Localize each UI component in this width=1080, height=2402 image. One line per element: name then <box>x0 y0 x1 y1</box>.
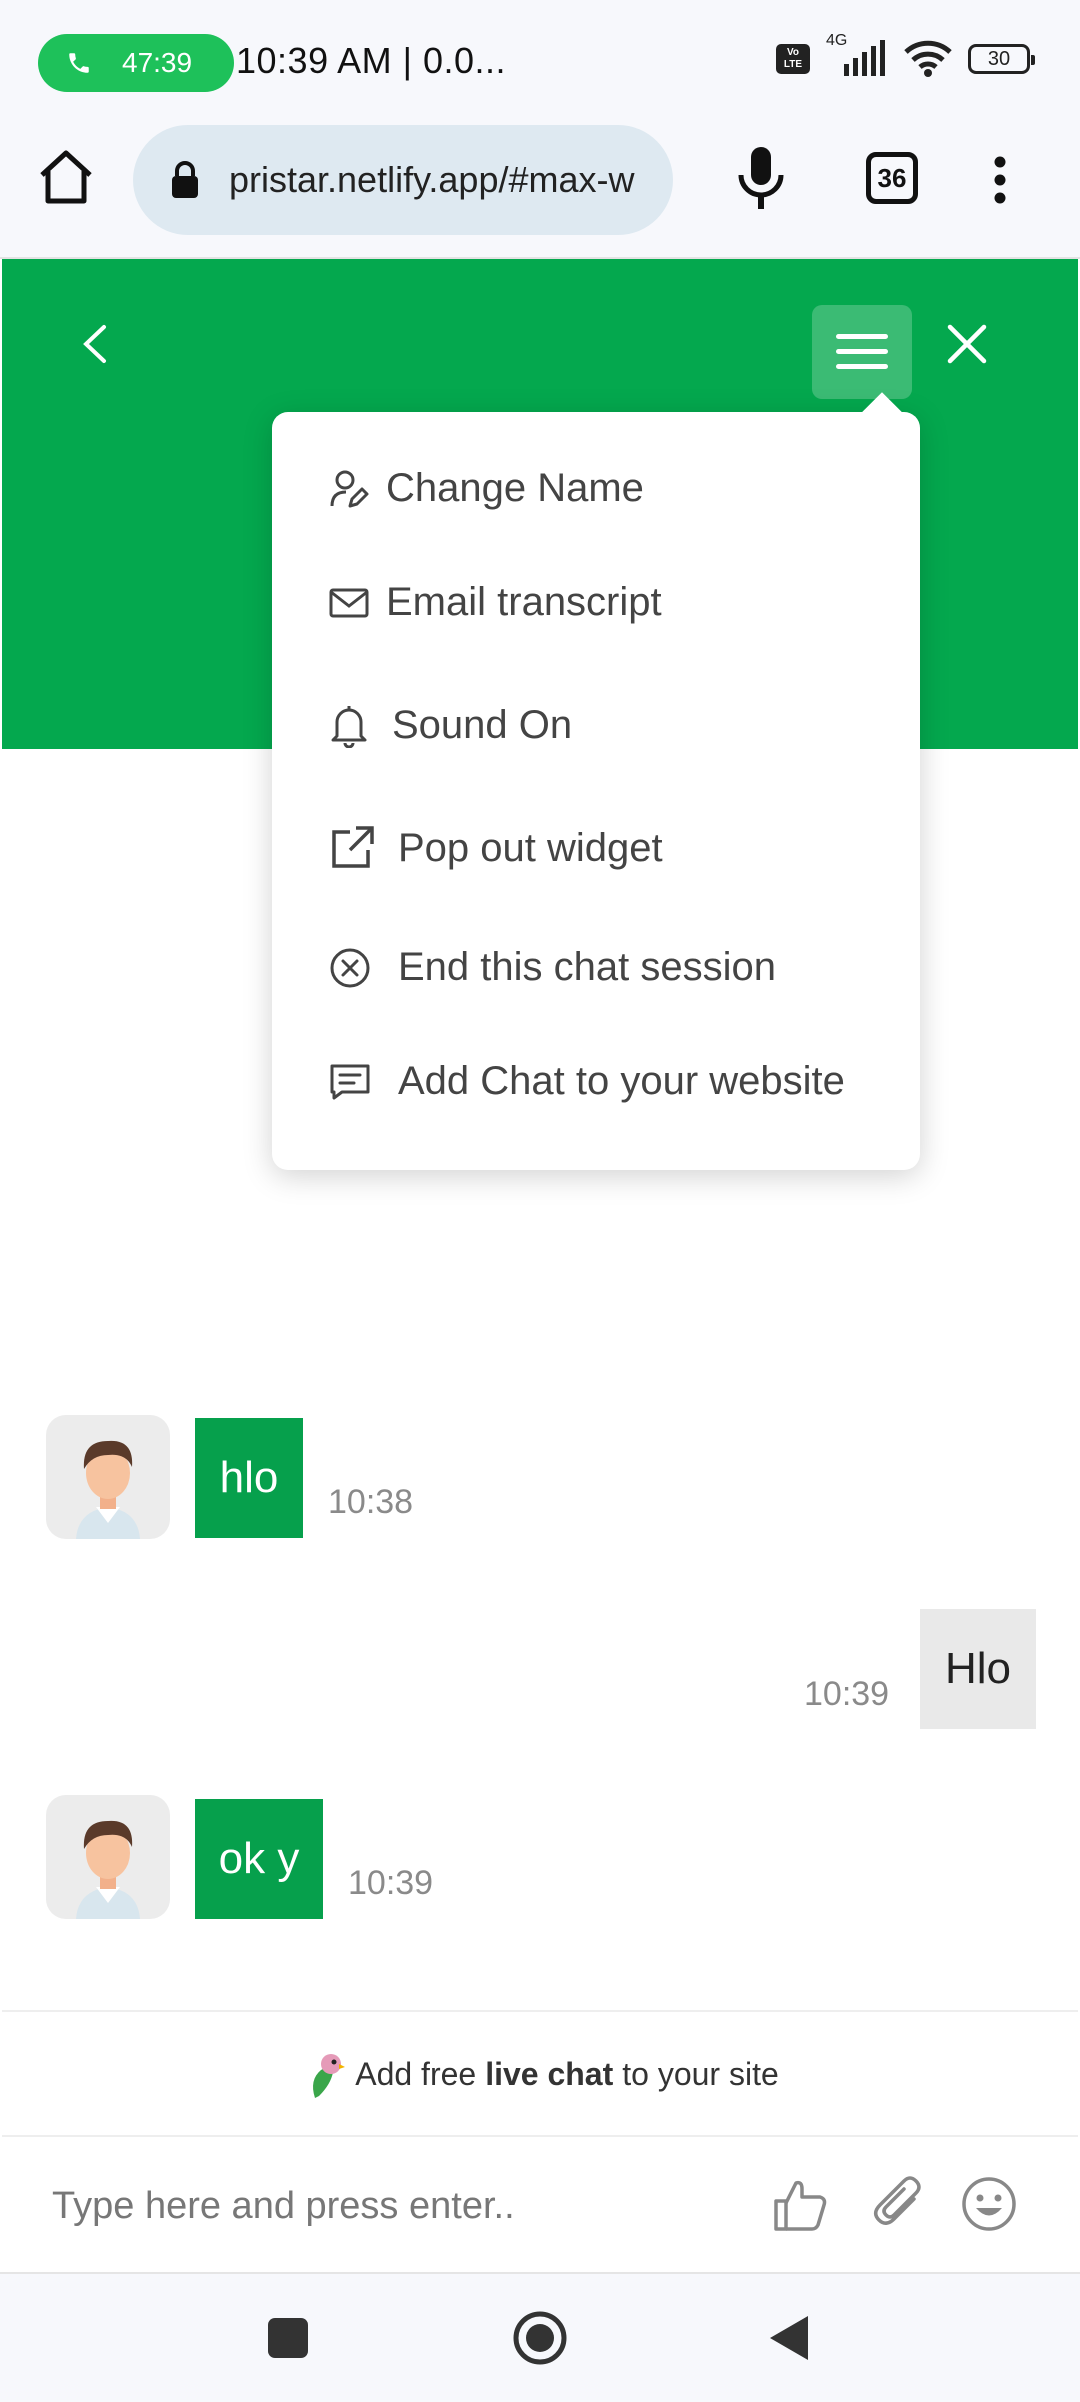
url-bar[interactable]: pristar.netlify.app/#max-w <box>133 125 673 235</box>
menu-item-add-chat[interactable]: Add Chat to your website <box>328 1059 845 1104</box>
menu-item-label: Email transcript <box>386 580 662 624</box>
envelope-icon <box>329 588 369 617</box>
menu-item-label: Sound On <box>392 702 573 747</box>
status-icons: Vo LTE 4G 30 <box>776 32 1035 78</box>
home-icon[interactable] <box>36 147 96 207</box>
menu-item-label: Pop out widget <box>398 825 663 870</box>
system-nav-bar <box>0 2272 1080 2402</box>
menu-item-label: Change Name <box>386 466 644 510</box>
agent-avatar <box>46 1795 170 1919</box>
branding-suffix: to your site <box>622 2056 779 2092</box>
message-composer: Type here and press enter.. <box>2 2135 1078 2272</box>
url-text: pristar.netlify.app/#max-w <box>229 159 635 200</box>
menu-item-pop-out[interactable]: Pop out widget <box>328 824 663 872</box>
volte-icon: Vo LTE <box>776 44 810 74</box>
thumbs-up-icon[interactable] <box>772 2175 830 2233</box>
parrot-logo-icon <box>313 2053 346 2098</box>
bell-icon <box>331 706 367 748</box>
paperclip-icon[interactable] <box>870 2175 928 2233</box>
agent-avatar <box>46 1415 170 1539</box>
call-timer: 47:39 <box>122 47 193 78</box>
wifi-icon <box>904 40 952 77</box>
branding-link[interactable]: Add free live chat to your site <box>2 2010 1078 2137</box>
options-menu: Change Name Email transcript Sound On Po… <box>272 412 920 1170</box>
ongoing-call-pill[interactable]: 47:39 <box>38 34 234 92</box>
home-circle-icon[interactable] <box>512 2310 568 2366</box>
agent-avatar-icon <box>76 1440 140 1539</box>
external-link-icon <box>332 826 374 868</box>
message-bubble: ok y <box>195 1799 323 1919</box>
menu-item-change-name[interactable]: Change Name <box>328 466 644 511</box>
close-icon[interactable] <box>942 319 992 369</box>
phone-icon <box>69 53 89 73</box>
hamburger-icon <box>836 334 888 369</box>
menu-button[interactable] <box>812 305 912 399</box>
message-bubble: Hlo <box>920 1609 1036 1729</box>
message-time: 10:39 <box>348 1864 434 1902</box>
browser-toolbar: pristar.netlify.app/#max-w 36 <box>0 125 1080 259</box>
status-bar: 47:39 10:39 AM | 0.0... Vo LTE 4G 30 <box>0 0 1080 125</box>
message-bubble: hlo <box>195 1418 303 1538</box>
emoji-icon[interactable] <box>960 2175 1018 2233</box>
message-input[interactable]: Type here and press enter.. <box>52 2185 515 2228</box>
signal-icon: 4G <box>824 32 888 78</box>
microphone-icon[interactable] <box>735 145 787 215</box>
message-time: 10:39 <box>804 1675 890 1713</box>
user-edit-icon <box>330 470 369 507</box>
agent-avatar-icon <box>76 1820 140 1919</box>
menu-item-end-chat[interactable]: End this chat session <box>328 945 776 990</box>
menu-item-sound-on[interactable]: Sound On <box>328 702 572 748</box>
battery-level: 30 <box>987 47 1011 70</box>
message-time: 10:38 <box>328 1483 414 1521</box>
branding-bold: live chat <box>485 2056 614 2092</box>
recents-icon[interactable] <box>268 2318 308 2358</box>
status-time: 10:39 AM | 0.0... <box>236 40 507 81</box>
branding-prefix: Add free <box>355 2056 477 2092</box>
menu-item-label: Add Chat to your website <box>398 1059 845 1103</box>
close-circle-icon <box>330 948 370 987</box>
battery-icon: 30 <box>968 44 1035 74</box>
back-triangle-icon[interactable] <box>768 2314 810 2362</box>
chevron-left-icon[interactable] <box>74 319 114 369</box>
tab-switcher-button[interactable]: 36 <box>866 152 918 204</box>
more-vertical-icon[interactable] <box>990 155 1010 205</box>
lock-icon <box>172 161 198 198</box>
menu-item-email-transcript[interactable]: Email transcript <box>328 580 662 625</box>
chat-lines-icon <box>330 1064 370 1099</box>
menu-item-label: End this chat session <box>398 945 776 989</box>
